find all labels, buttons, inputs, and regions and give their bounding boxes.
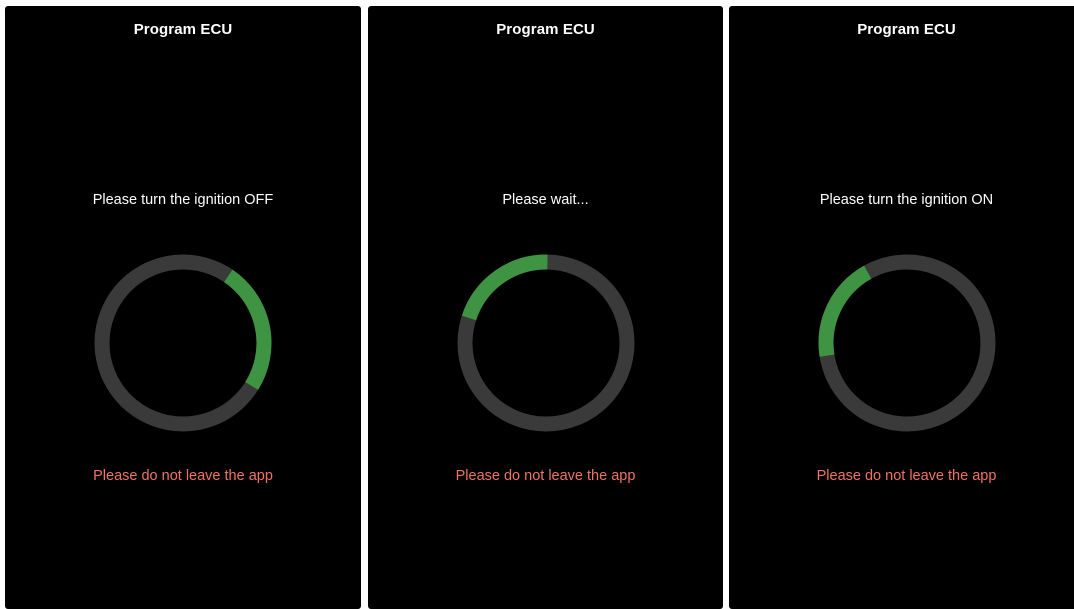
screenshot-collage: Program ECU Please turn the ignition OFF…: [0, 0, 1074, 609]
screen-ignition-off: Program ECU Please turn the ignition OFF…: [5, 6, 361, 609]
spinner-progress-arc: [818, 265, 872, 357]
screen-please-wait: Program ECU Please wait... Please do not…: [368, 6, 723, 609]
instruction-text: Please turn the ignition ON: [819, 192, 994, 208]
instruction-text: Please turn the ignition OFF: [92, 192, 274, 208]
instruction-text: Please wait...: [502, 192, 589, 208]
screen-title: Program ECU: [133, 21, 233, 38]
warning-text: Please do not leave the app: [816, 468, 997, 484]
progress-spinner: [457, 254, 634, 432]
screen-ignition-on: Program ECU Please turn the ignition ON …: [729, 6, 1074, 609]
progress-spinner: [818, 254, 995, 432]
spinner-progress-arc: [223, 269, 272, 390]
progress-spinner: [94, 254, 272, 432]
screen-title: Program ECU: [857, 21, 956, 38]
warning-text: Please do not leave the app: [93, 468, 273, 484]
warning-text: Please do not leave the app: [455, 468, 636, 484]
spinner-progress-arc: [461, 254, 548, 321]
screen-title: Program ECU: [496, 21, 595, 38]
